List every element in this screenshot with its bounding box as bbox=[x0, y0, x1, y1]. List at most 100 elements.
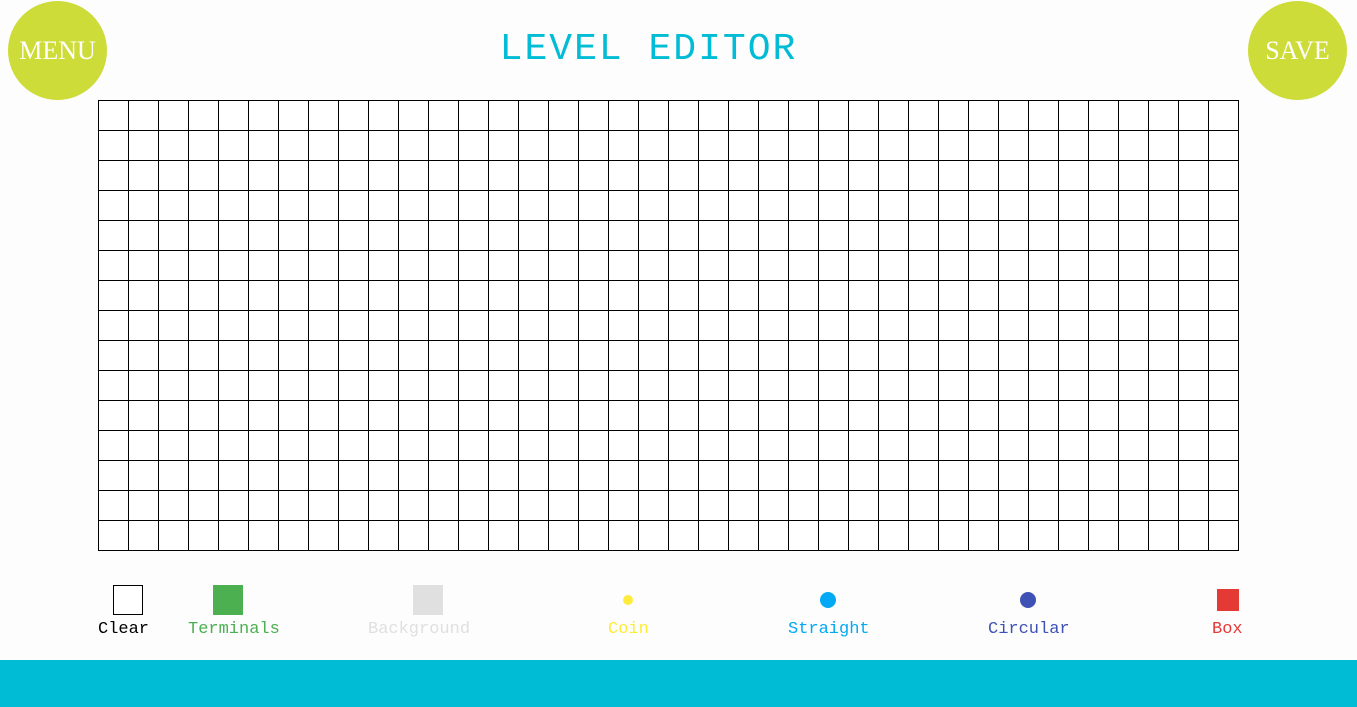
grid-cell[interactable] bbox=[459, 401, 489, 431]
grid-cell[interactable] bbox=[309, 101, 339, 131]
grid-cell[interactable] bbox=[609, 131, 639, 161]
grid-cell[interactable] bbox=[1029, 521, 1059, 551]
grid-cell[interactable] bbox=[669, 341, 699, 371]
grid-cell[interactable] bbox=[1059, 491, 1089, 521]
grid-cell[interactable] bbox=[129, 491, 159, 521]
grid-cell[interactable] bbox=[729, 371, 759, 401]
grid-cell[interactable] bbox=[219, 101, 249, 131]
grid-cell[interactable] bbox=[1179, 341, 1209, 371]
grid-cell[interactable] bbox=[309, 341, 339, 371]
grid-cell[interactable] bbox=[969, 491, 999, 521]
grid-cell[interactable] bbox=[1029, 401, 1059, 431]
grid-cell[interactable] bbox=[909, 521, 939, 551]
grid-cell[interactable] bbox=[489, 341, 519, 371]
grid-cell[interactable] bbox=[789, 131, 819, 161]
grid-cell[interactable] bbox=[189, 131, 219, 161]
grid-cell[interactable] bbox=[219, 521, 249, 551]
grid-cell[interactable] bbox=[759, 251, 789, 281]
grid-cell[interactable] bbox=[459, 461, 489, 491]
grid-cell[interactable] bbox=[99, 131, 129, 161]
grid-cell[interactable] bbox=[549, 251, 579, 281]
grid-cell[interactable] bbox=[1059, 461, 1089, 491]
grid-cell[interactable] bbox=[429, 371, 459, 401]
grid-cell[interactable] bbox=[309, 521, 339, 551]
grid-cell[interactable] bbox=[999, 191, 1029, 221]
grid-cell[interactable] bbox=[1089, 221, 1119, 251]
grid-cell[interactable] bbox=[189, 341, 219, 371]
grid-cell[interactable] bbox=[129, 461, 159, 491]
grid-cell[interactable] bbox=[909, 371, 939, 401]
grid-cell[interactable] bbox=[369, 221, 399, 251]
grid-cell[interactable] bbox=[519, 191, 549, 221]
grid-cell[interactable] bbox=[909, 251, 939, 281]
grid-cell[interactable] bbox=[129, 341, 159, 371]
grid-cell[interactable] bbox=[249, 461, 279, 491]
grid-cell[interactable] bbox=[369, 191, 399, 221]
grid-cell[interactable] bbox=[669, 251, 699, 281]
grid-cell[interactable] bbox=[399, 101, 429, 131]
grid-cell[interactable] bbox=[699, 191, 729, 221]
grid-cell[interactable] bbox=[1089, 251, 1119, 281]
grid-cell[interactable] bbox=[279, 161, 309, 191]
grid-cell[interactable] bbox=[1209, 371, 1239, 401]
grid-cell[interactable] bbox=[1059, 221, 1089, 251]
grid-cell[interactable] bbox=[609, 371, 639, 401]
grid-cell[interactable] bbox=[1119, 101, 1149, 131]
grid-cell[interactable] bbox=[909, 191, 939, 221]
grid-cell[interactable] bbox=[459, 161, 489, 191]
grid-cell[interactable] bbox=[129, 401, 159, 431]
grid-cell[interactable] bbox=[1179, 491, 1209, 521]
grid-cell[interactable] bbox=[579, 131, 609, 161]
grid-cell[interactable] bbox=[639, 281, 669, 311]
grid-cell[interactable] bbox=[369, 281, 399, 311]
grid-cell[interactable] bbox=[219, 281, 249, 311]
grid-cell[interactable] bbox=[819, 431, 849, 461]
grid-cell[interactable] bbox=[699, 521, 729, 551]
grid-cell[interactable] bbox=[1089, 191, 1119, 221]
grid-cell[interactable] bbox=[699, 221, 729, 251]
grid-cell[interactable] bbox=[639, 341, 669, 371]
grid-cell[interactable] bbox=[399, 491, 429, 521]
grid-cell[interactable] bbox=[789, 191, 819, 221]
grid-cell[interactable] bbox=[99, 191, 129, 221]
grid-cell[interactable] bbox=[789, 281, 819, 311]
grid-cell[interactable] bbox=[939, 401, 969, 431]
grid-cell[interactable] bbox=[489, 431, 519, 461]
grid-cell[interactable] bbox=[1089, 491, 1119, 521]
grid-cell[interactable] bbox=[579, 341, 609, 371]
grid-cell[interactable] bbox=[549, 131, 579, 161]
grid-cell[interactable] bbox=[99, 431, 129, 461]
grid-cell[interactable] bbox=[579, 281, 609, 311]
grid-cell[interactable] bbox=[879, 521, 909, 551]
grid-cell[interactable] bbox=[549, 401, 579, 431]
grid-cell[interactable] bbox=[549, 491, 579, 521]
grid-cell[interactable] bbox=[1179, 251, 1209, 281]
grid-cell[interactable] bbox=[99, 521, 129, 551]
grid-cell[interactable] bbox=[399, 131, 429, 161]
grid-cell[interactable] bbox=[99, 371, 129, 401]
grid-cell[interactable] bbox=[759, 101, 789, 131]
grid-cell[interactable] bbox=[909, 131, 939, 161]
grid-cell[interactable] bbox=[609, 281, 639, 311]
grid-cell[interactable] bbox=[909, 101, 939, 131]
grid-cell[interactable] bbox=[429, 191, 459, 221]
grid-cell[interactable] bbox=[579, 311, 609, 341]
grid-cell[interactable] bbox=[489, 311, 519, 341]
grid-cell[interactable] bbox=[159, 221, 189, 251]
grid-cell[interactable] bbox=[249, 131, 279, 161]
grid-cell[interactable] bbox=[699, 461, 729, 491]
grid-cell[interactable] bbox=[999, 371, 1029, 401]
grid-cell[interactable] bbox=[189, 371, 219, 401]
grid-cell[interactable] bbox=[459, 221, 489, 251]
grid-cell[interactable] bbox=[999, 401, 1029, 431]
grid-cell[interactable] bbox=[99, 221, 129, 251]
grid-cell[interactable] bbox=[759, 131, 789, 161]
grid-cell[interactable] bbox=[1059, 131, 1089, 161]
grid-cell[interactable] bbox=[519, 221, 549, 251]
grid-cell[interactable] bbox=[429, 161, 459, 191]
grid-cell[interactable] bbox=[1179, 191, 1209, 221]
grid-cell[interactable] bbox=[759, 341, 789, 371]
grid-cell[interactable] bbox=[459, 311, 489, 341]
grid-cell[interactable] bbox=[159, 191, 189, 221]
grid-cell[interactable] bbox=[159, 521, 189, 551]
